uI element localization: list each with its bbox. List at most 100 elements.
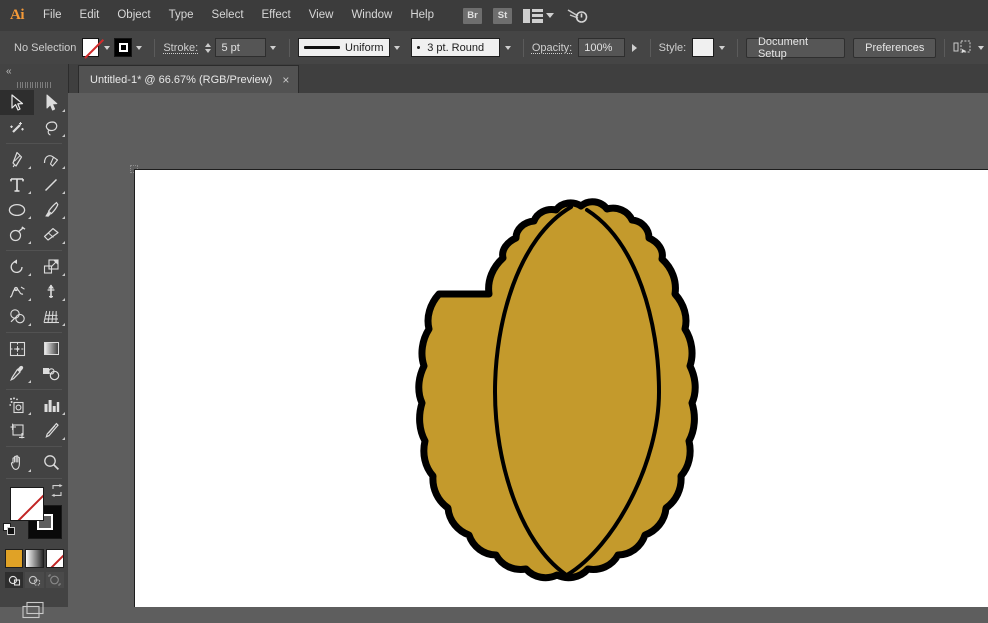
gradient-tool[interactable] — [34, 336, 68, 361]
toolbar-divider-2 — [6, 250, 62, 251]
arrange-chevron-down-icon[interactable] — [546, 13, 554, 18]
control-divider-4 — [649, 38, 651, 57]
color-swatch-row — [0, 545, 68, 568]
bridge-button[interactable]: Br — [463, 7, 482, 24]
type-tool[interactable] — [0, 172, 34, 197]
style-chevron-down-icon[interactable] — [714, 38, 729, 57]
toolbar-drag-grip[interactable] — [0, 79, 68, 90]
color-swatch[interactable] — [5, 549, 24, 568]
stroke-weight-input[interactable]: 5 pt — [215, 38, 266, 57]
shaper-tool[interactable] — [0, 222, 34, 247]
blend-tool[interactable] — [34, 361, 68, 386]
fill-color-swatch[interactable] — [81, 38, 100, 57]
zoom-tool[interactable] — [34, 450, 68, 475]
menu-item-window[interactable]: Window — [342, 0, 401, 31]
stroke-weight-chevron-down-icon[interactable] — [266, 38, 281, 57]
ellipse-tool[interactable] — [0, 197, 34, 222]
search-adobe-stock-icon[interactable] — [566, 7, 588, 25]
control-divider — [154, 38, 156, 57]
swap-fill-stroke-icon[interactable] — [50, 484, 64, 498]
menu-bar-right-controls: Br St — [463, 7, 588, 25]
selection-status: No Selection — [14, 41, 77, 54]
stroke-chevron-down-icon[interactable] — [132, 38, 147, 57]
menu-item-view[interactable]: View — [300, 0, 343, 31]
hand-tool[interactable] — [0, 450, 34, 475]
curvature-tool[interactable] — [34, 147, 68, 172]
collapse-toolbar-button[interactable]: « — [0, 64, 68, 79]
line-segment-tool[interactable] — [34, 172, 68, 197]
screen-mode-row — [0, 588, 68, 623]
walnut-illustration[interactable] — [135, 170, 988, 607]
perspective-grid-tool[interactable] — [34, 304, 68, 329]
draw-behind-mode[interactable] — [25, 572, 44, 588]
direct-selection-tool[interactable] — [34, 90, 68, 115]
column-graph-tool[interactable] — [34, 393, 68, 418]
toolbar-divider-4 — [6, 389, 62, 390]
opacity-arrow-right-icon[interactable] — [627, 38, 642, 57]
arrange-documents-icon[interactable] — [523, 8, 543, 23]
brush-chevron-down-icon[interactable] — [500, 38, 515, 57]
align-to-artboard-icon[interactable] — [953, 40, 973, 55]
none-swatch[interactable] — [45, 549, 64, 568]
document-canvas[interactable] — [68, 93, 988, 607]
menu-item-object[interactable]: Object — [108, 0, 159, 31]
app-logo: Ai — [10, 7, 25, 23]
rotate-tool[interactable] — [0, 254, 34, 279]
style-label: Style: — [658, 41, 687, 54]
mesh-tool[interactable] — [0, 336, 34, 361]
scale-tool[interactable] — [34, 254, 68, 279]
lasso-tool[interactable] — [34, 115, 68, 140]
menu-bar: Ai File Edit Object Type Select Effect V… — [0, 0, 988, 32]
opacity-input[interactable]: 100% — [578, 38, 626, 57]
fill-indicator-swatch[interactable] — [10, 487, 44, 521]
illustrator-window: Ai File Edit Object Type Select Effect V… — [0, 0, 988, 619]
opacity-label[interactable]: Opacity: — [532, 42, 572, 54]
graphic-style-swatch[interactable] — [692, 38, 715, 57]
document-setup-button[interactable]: Document Setup — [745, 36, 846, 60]
draw-normal-mode[interactable] — [5, 572, 24, 588]
preferences-button[interactable]: Preferences — [853, 37, 937, 58]
menu-item-help[interactable]: Help — [401, 0, 443, 31]
document-tab-bar: Untitled-1* @ 66.67% (RGB/Preview) × — [0, 64, 988, 94]
control-bar: No Selection Stroke: 5 pt Uniform 3 pt. … — [0, 31, 988, 65]
pen-tool[interactable] — [0, 147, 34, 172]
control-divider-5 — [737, 38, 738, 57]
brush-definition-select[interactable]: 3 pt. Round — [411, 38, 501, 57]
eraser-tool[interactable] — [34, 222, 68, 247]
stroke-profile-select[interactable]: Uniform — [297, 38, 390, 57]
menu-item-file[interactable]: File — [34, 0, 71, 31]
menu-item-select[interactable]: Select — [203, 0, 253, 31]
tools-panel: « — [0, 64, 69, 619]
width-tool[interactable] — [0, 279, 34, 304]
default-fill-stroke-icon[interactable] — [3, 523, 16, 536]
control-divider-6 — [944, 38, 946, 57]
artboard-tool[interactable] — [0, 418, 34, 443]
stroke-profile-chevron-down-icon[interactable] — [390, 38, 405, 57]
document-tab-title: Untitled-1* @ 66.67% (RGB/Preview) — [90, 73, 273, 86]
change-screen-mode-icon[interactable] — [19, 600, 49, 623]
symbol-sprayer-tool[interactable] — [0, 393, 34, 418]
selection-tool[interactable] — [0, 90, 34, 115]
artboard[interactable] — [134, 169, 988, 607]
slice-tool[interactable] — [34, 418, 68, 443]
tool-list — [0, 90, 68, 475]
menu-item-edit[interactable]: Edit — [71, 0, 109, 31]
magic-wand-tool[interactable] — [0, 115, 34, 140]
gradient-swatch[interactable] — [25, 549, 44, 568]
menu-item-effect[interactable]: Effect — [253, 0, 300, 31]
document-tab[interactable]: Untitled-1* @ 66.67% (RGB/Preview) × — [78, 65, 300, 93]
eyedropper-tool[interactable] — [0, 361, 34, 386]
stroke-color-swatch[interactable] — [114, 38, 132, 57]
close-icon[interactable]: × — [282, 74, 289, 86]
stroke-weight-stepper[interactable] — [204, 39, 212, 56]
free-transform-tool[interactable] — [34, 279, 68, 304]
stroke-profile-label: Uniform — [345, 41, 384, 54]
menu-item-type[interactable]: Type — [160, 0, 203, 31]
align-chevron-down-icon[interactable] — [973, 38, 988, 57]
toolbar-divider-3 — [6, 332, 62, 333]
stock-button[interactable]: St — [493, 7, 512, 24]
draw-inside-mode[interactable] — [45, 572, 64, 588]
paintbrush-tool[interactable] — [34, 197, 68, 222]
stroke-weight-label[interactable]: Stroke: — [163, 42, 198, 54]
shape-builder-tool[interactable] — [0, 304, 34, 329]
